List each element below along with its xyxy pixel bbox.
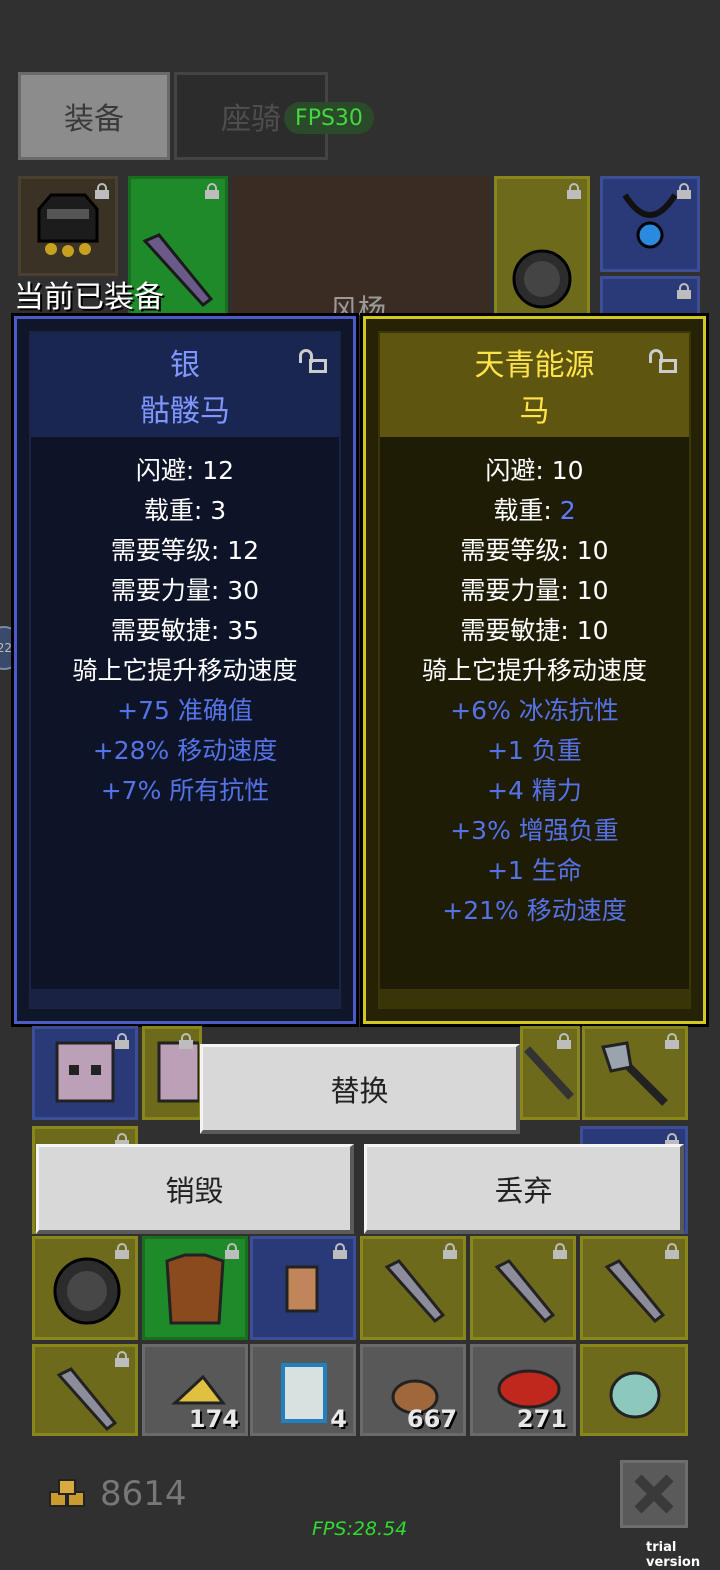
item-count: 667 <box>406 1405 457 1433</box>
inventory-slot[interactable]: 271 <box>470 1344 576 1436</box>
replace-button-label: 替换 <box>330 1073 389 1108</box>
bonus-line: +3% 增强负重 <box>450 816 619 845</box>
bonus-line: +75 准确值 <box>117 696 253 725</box>
item-count: 4 <box>330 1405 347 1433</box>
bonus-line: +6% 冰冻抗性 <box>450 696 619 725</box>
lock-icon <box>225 1243 239 1259</box>
inventory-slot[interactable] <box>142 1236 248 1340</box>
equipped-item-header: 银 骷髅马 <box>31 333 339 437</box>
gold-icon <box>46 1478 90 1516</box>
panel-footer <box>31 989 339 1007</box>
stat-line: 骑上它提升移动速度 <box>72 656 298 685</box>
new-item-panel: 天青能源 马 闪避: 10 载重: 2 需要等级: 10 需要力量: 10 需要… <box>360 313 709 1027</box>
equipped-item-quality: 银 <box>170 348 200 383</box>
load-value: 2 <box>559 496 576 525</box>
discard-button[interactable]: 丢弃 <box>364 1144 684 1234</box>
unlock-icon[interactable] <box>299 349 329 375</box>
inventory-slot[interactable] <box>32 1236 138 1340</box>
stat-line: 闪避: 10 <box>485 456 584 485</box>
lock-icon <box>115 1351 129 1367</box>
inventory-slot[interactable] <box>250 1236 356 1340</box>
lock-icon <box>95 183 109 199</box>
stat-line: 需要敏捷: 35 <box>110 616 260 645</box>
stat-line: 需要等级: 10 <box>460 536 609 565</box>
stat-line: 需要等级: 12 <box>110 536 260 565</box>
lock-icon <box>115 1033 129 1049</box>
bonus-line: +4 精力 <box>487 776 582 805</box>
stat-line: 载重: 3 <box>143 496 227 525</box>
close-button[interactable] <box>620 1460 688 1528</box>
lock-icon <box>665 1033 679 1049</box>
equipment-slot-ring[interactable] <box>600 276 700 316</box>
shield-icon <box>512 249 572 309</box>
bonus-line: +21% 移动速度 <box>442 896 627 925</box>
lock-icon <box>333 1243 347 1259</box>
lock-icon <box>115 1243 129 1259</box>
inventory-slot[interactable] <box>32 1344 138 1436</box>
inventory-slot[interactable] <box>520 1026 580 1120</box>
inventory-slot[interactable] <box>32 1026 138 1120</box>
bonus-line: +7% 所有抗性 <box>100 776 270 805</box>
tab-mount-label: 座骑 <box>221 102 281 137</box>
inventory-slot[interactable] <box>360 1236 466 1340</box>
item-count: 174 <box>188 1405 239 1433</box>
gold-amount: 8614 <box>100 1474 187 1514</box>
new-item-stats: 闪避: 10 载重: 2 需要等级: 10 需要力量: 10 需要敏捷: 10 … <box>380 451 689 931</box>
equipped-item-panel: 银 骷髅马 闪避: 12 载重: 3 需要等级: 12 需要力量: 30 需要敏… <box>11 313 359 1027</box>
close-icon <box>634 1474 674 1514</box>
inventory-slot[interactable] <box>142 1026 202 1120</box>
stat-line: 需要敏捷: 10 <box>460 616 609 645</box>
equipment-slot-amulet[interactable] <box>600 176 700 272</box>
equipped-label: 当前已装备 <box>14 280 164 315</box>
bonus-line: +28% 移动速度 <box>92 736 278 765</box>
inventory-slot[interactable] <box>470 1236 576 1340</box>
fps-counter: FPS:28.54 <box>312 1518 408 1540</box>
equipped-item-name: 骷髅马 <box>140 394 230 429</box>
trial-watermark: trial version <box>646 1540 701 1570</box>
equipped-item-stats: 闪避: 12 载重: 3 需要等级: 12 需要力量: 30 需要敏捷: 35 … <box>31 451 339 811</box>
destroy-button-label: 销毁 <box>165 1173 224 1208</box>
lock-icon <box>557 1033 571 1049</box>
equipment-slot-helmet[interactable] <box>18 176 118 276</box>
stat-line-load: 载重: 2 <box>380 491 689 531</box>
gem-icon <box>609 1371 661 1419</box>
bonus-line: +1 负重 <box>487 736 582 765</box>
destroy-button[interactable]: 销毁 <box>36 1144 354 1234</box>
stat-line: 骑上它提升移动速度 <box>421 656 647 685</box>
new-item-body: 天青能源 马 闪避: 10 载重: 2 需要等级: 10 需要力量: 10 需要… <box>378 331 691 1009</box>
new-item-header: 天青能源 马 <box>380 333 689 437</box>
load-label: 载重: <box>493 496 560 525</box>
discard-button-label: 丢弃 <box>494 1173 553 1208</box>
equipped-item-body: 银 骷髅马 闪避: 12 载重: 3 需要等级: 12 需要力量: 30 需要敏… <box>29 331 341 1009</box>
unlock-icon[interactable] <box>649 349 679 375</box>
fps-badge: FPS30 <box>284 102 374 134</box>
new-item-name: 马 <box>519 394 550 429</box>
equipment-slot-shield[interactable] <box>494 176 590 316</box>
inventory-slot[interactable] <box>582 1026 688 1120</box>
lock-icon <box>205 183 219 199</box>
replace-button[interactable]: 替换 <box>200 1044 520 1134</box>
stat-line: 闪避: 12 <box>135 456 235 485</box>
inventory-slot[interactable]: 667 <box>360 1344 466 1436</box>
new-item-quality: 天青能源 <box>474 348 595 383</box>
lock-icon <box>179 1033 193 1049</box>
side-handle-label: 22 <box>0 641 12 655</box>
stat-line: 需要力量: 10 <box>460 576 609 605</box>
lock-icon <box>677 183 691 199</box>
panel-footer <box>380 989 689 1007</box>
lock-icon <box>443 1243 457 1259</box>
lock-icon <box>677 283 691 299</box>
inventory-slot[interactable] <box>580 1236 688 1340</box>
lock-icon <box>553 1243 567 1259</box>
tab-equipment[interactable]: 装备 <box>18 72 170 160</box>
tab-equipment-label: 装备 <box>64 102 124 137</box>
bonus-line: +1 生命 <box>487 856 582 885</box>
item-count: 271 <box>516 1405 567 1433</box>
inventory-slot[interactable] <box>580 1344 688 1436</box>
stat-line: 需要力量: 30 <box>110 576 260 605</box>
lock-icon <box>665 1243 679 1259</box>
lock-icon <box>567 183 581 199</box>
inventory-slot[interactable]: 174 <box>142 1344 248 1436</box>
inventory-slot[interactable]: 4 <box>250 1344 356 1436</box>
